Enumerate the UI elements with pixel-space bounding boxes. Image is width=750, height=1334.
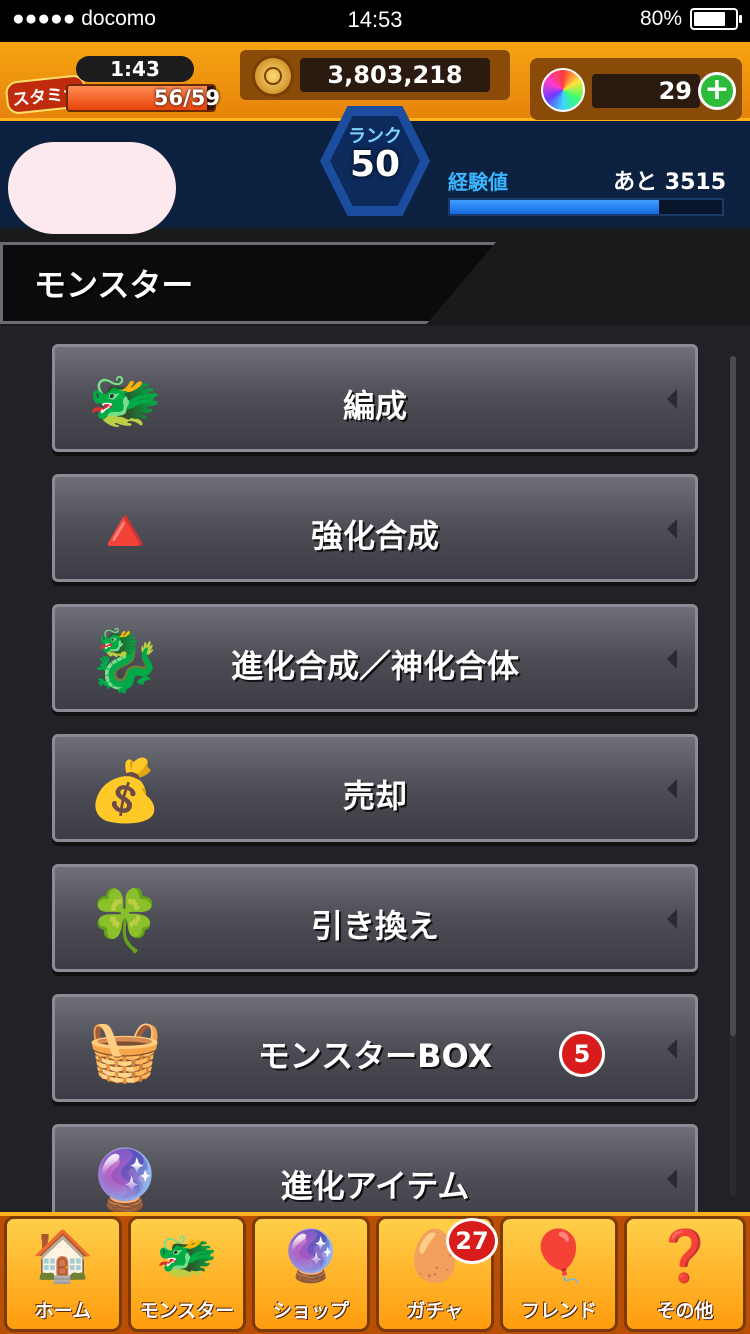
friend-balloons-icon: 🎈: [527, 1227, 591, 1285]
battery-percent: 80%: [639, 7, 682, 30]
menu-item-exchange[interactable]: 🍀 引き換え: [52, 864, 698, 972]
player-name-redacted: [8, 142, 176, 234]
stamina-value: 56/59: [153, 86, 220, 110]
rainbow-orb-icon: [541, 68, 585, 112]
menu-item-label: 進化合成／神化合体: [230, 647, 519, 685]
status-bar: ●●●●● docomo 14:53 80%: [0, 0, 750, 42]
tab-monster[interactable]: 🐲 モンスター: [128, 1216, 246, 1332]
tab-label: フレンド: [520, 1300, 597, 1322]
chevron-left-icon: [667, 909, 677, 929]
menu-item-sell[interactable]: 💰 売却: [52, 734, 698, 842]
tab-label: ガチャ: [406, 1300, 464, 1322]
exp-remaining: あと 3515: [613, 170, 726, 195]
menu-item-evolution-items[interactable]: 🔮 進化アイテム: [52, 1124, 698, 1212]
chevron-left-icon: [667, 649, 677, 669]
menu-item-label: 編成: [342, 387, 407, 425]
gacha-badge: 27: [446, 1218, 498, 1264]
monster-menu: 🐲 編成 🔺 強化合成 🐉 進化合成／神化合体 💰 売却 🍀 引き換え 🧺 モン…: [0, 326, 750, 1212]
chevron-left-icon: [667, 1039, 677, 1059]
orb-count: 29: [658, 77, 692, 105]
menu-item-monster-box[interactable]: 🧺 モンスターBOX 5: [52, 994, 698, 1102]
battery-fill: [694, 12, 726, 26]
exp-bar: [448, 198, 724, 216]
rank-value: 50: [349, 144, 401, 185]
exp-label: 経験値: [448, 170, 508, 194]
chevron-left-icon: [667, 389, 677, 409]
scroll-thumb[interactable]: [730, 356, 736, 1036]
battery-status: 80%: [639, 7, 742, 31]
buy-orbs-button[interactable]: +: [698, 72, 736, 110]
menu-item-power-up[interactable]: 🔺 強化合成: [52, 474, 698, 582]
menu-item-label: 売却: [342, 777, 407, 815]
menu-item-label: 進化アイテム: [280, 1167, 470, 1205]
home-icon: 🏠: [31, 1227, 95, 1285]
other-icon: ❓: [653, 1227, 717, 1285]
tab-home[interactable]: 🏠 ホーム: [4, 1216, 122, 1332]
gold-value: 3,803,218: [300, 58, 490, 92]
orb-shop-icon: 🔮: [279, 1227, 343, 1285]
exp-fill: [450, 200, 660, 214]
section-title: モンスター: [34, 266, 194, 304]
notification-badge: 5: [559, 1031, 605, 1077]
monster-icon: 🐲: [155, 1227, 219, 1285]
battery-icon: [690, 8, 742, 30]
menu-item-label: 引き換え: [310, 907, 439, 945]
stamina-timer: 1:43: [76, 56, 194, 82]
menu-item-label: 強化合成: [310, 517, 439, 555]
chevron-left-icon: [667, 779, 677, 799]
gold-coin-icon: [252, 55, 294, 97]
tab-shop[interactable]: 🔮 ショップ: [252, 1216, 370, 1332]
stamina-panel[interactable]: スタミナ 1:43 56/59: [4, 50, 236, 120]
tab-label: その他: [656, 1300, 714, 1322]
tab-friend[interactable]: 🎈 フレンド: [500, 1216, 618, 1332]
menu-item-formation[interactable]: 🐲 編成: [52, 344, 698, 452]
menu-item-evolution[interactable]: 🐉 進化合成／神化合体: [52, 604, 698, 712]
tab-label: ショップ: [272, 1300, 349, 1322]
tab-other[interactable]: ❓ その他: [624, 1216, 746, 1332]
chevron-left-icon: [667, 1169, 677, 1189]
tab-label: ホーム: [34, 1300, 92, 1322]
clock-text: 14:53: [347, 7, 403, 32]
scrollbar[interactable]: [730, 356, 736, 1196]
chevron-left-icon: [667, 519, 677, 539]
tab-label: モンスター: [139, 1300, 235, 1322]
